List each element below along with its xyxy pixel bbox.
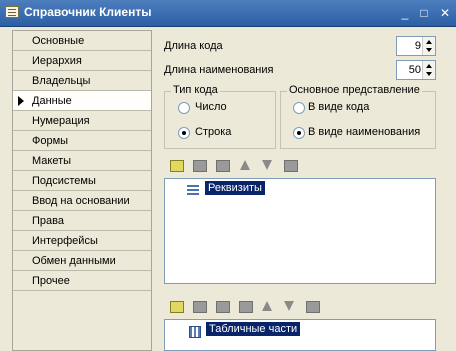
- code-type-number-radio[interactable]: [178, 102, 190, 114]
- code-type-string-radio[interactable]: [178, 127, 190, 139]
- nav-item-templates[interactable]: Макеты: [13, 151, 151, 171]
- reference-window: Справочник Клиенты _ □ ✕ Основные Иерарх…: [0, 0, 456, 351]
- tabular-sections-tree-item[interactable]: Табличные части: [206, 322, 301, 336]
- representation-title: Основное представление: [287, 84, 422, 96]
- name-length-label: Длина наименования: [164, 64, 274, 76]
- attributes-tree[interactable]: Реквизиты: [164, 178, 436, 284]
- nav-item-input-based[interactable]: Ввод на основании: [13, 191, 151, 211]
- representation-group: Основное представление В виде кода В вид…: [280, 84, 436, 149]
- code-type-group: Тип кода Число Строка: [164, 84, 276, 149]
- remove-tabular-section-icon[interactable]: [239, 301, 253, 313]
- nav-item-data-exchange[interactable]: Обмен данными: [13, 251, 151, 271]
- code-length-value: 9: [414, 40, 421, 52]
- add-attribute-icon[interactable]: [170, 160, 184, 172]
- code-type-number-label: Число: [195, 101, 227, 113]
- nav-item-numbering[interactable]: Нумерация: [13, 111, 151, 131]
- move-down-tabular-icon[interactable]: [284, 301, 294, 311]
- representation-code-radio[interactable]: [293, 102, 305, 114]
- code-length-label: Длина кода: [164, 40, 223, 52]
- attributes-icon: [187, 185, 199, 197]
- sort-attributes-icon[interactable]: [284, 160, 298, 172]
- catalog-icon: [5, 6, 19, 18]
- move-up-attribute-icon[interactable]: [240, 160, 250, 170]
- add-tabular-section-icon[interactable]: [170, 301, 184, 313]
- code-type-string-label: Строка: [195, 126, 232, 138]
- move-up-tabular-icon[interactable]: [262, 301, 272, 311]
- sort-tabular-icon[interactable]: [306, 301, 320, 313]
- delete-tabular-section-icon[interactable]: [216, 301, 230, 313]
- code-length-input[interactable]: 9: [396, 36, 436, 56]
- name-length-value: 50: [408, 64, 421, 76]
- nav-item-main[interactable]: Основные: [13, 31, 151, 51]
- move-down-attribute-icon[interactable]: [262, 160, 272, 170]
- name-length-spinner-icon[interactable]: [422, 61, 435, 79]
- name-length-input[interactable]: 50: [396, 60, 436, 80]
- copy-attribute-icon[interactable]: [193, 160, 207, 172]
- representation-name-radio[interactable]: [293, 127, 305, 139]
- nav-item-hierarchy[interactable]: Иерархия: [13, 51, 151, 71]
- nav-item-subsystems[interactable]: Подсистемы: [13, 171, 151, 191]
- window-title: Справочник Клиенты: [24, 5, 152, 19]
- sections-nav: Основные Иерархия Владельцы Данные Нумер…: [12, 30, 152, 351]
- minimize-button[interactable]: _: [397, 5, 413, 21]
- code-length-spinner-icon[interactable]: [422, 37, 435, 55]
- copy-tabular-section-icon[interactable]: [193, 301, 207, 313]
- representation-code-label: В виде кода: [308, 101, 370, 113]
- nav-item-owners[interactable]: Владельцы: [13, 71, 151, 91]
- nav-item-forms[interactable]: Формы: [13, 131, 151, 151]
- maximize-button[interactable]: □: [416, 5, 432, 21]
- current-section-arrow-icon: [18, 96, 24, 106]
- attributes-tree-item[interactable]: Реквизиты: [205, 181, 265, 195]
- nav-item-data[interactable]: Данные: [13, 91, 151, 111]
- tabular-sections-tree[interactable]: Табличные части: [164, 319, 436, 351]
- tabular-sections-icon: [189, 326, 201, 338]
- nav-item-other[interactable]: Прочее: [13, 271, 151, 291]
- code-type-title: Тип кода: [171, 84, 220, 96]
- close-button[interactable]: ✕: [437, 5, 453, 21]
- delete-attribute-icon[interactable]: [216, 160, 230, 172]
- nav-item-rights[interactable]: Права: [13, 211, 151, 231]
- representation-name-label: В виде наименования: [308, 126, 421, 138]
- nav-item-interfaces[interactable]: Интерфейсы: [13, 231, 151, 251]
- title-bar[interactable]: Справочник Клиенты _ □ ✕: [0, 0, 456, 27]
